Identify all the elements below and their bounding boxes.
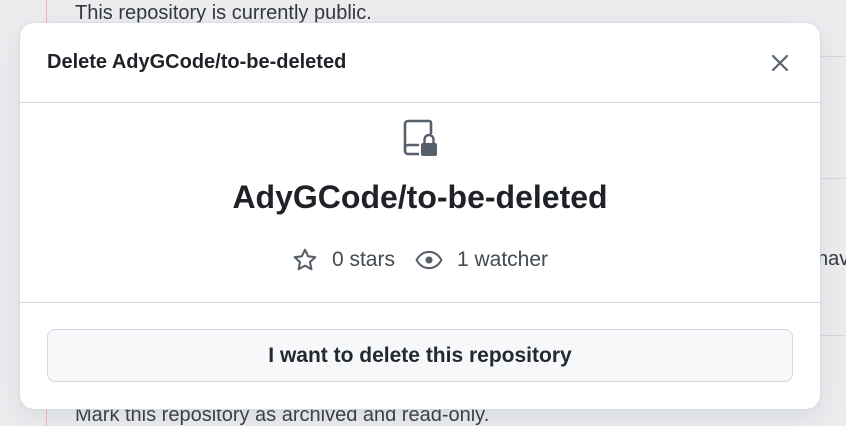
background-divider — [820, 56, 846, 57]
repository-stats: 0 stars 1 watcher — [20, 247, 820, 273]
watchers-label: 1 watcher — [456, 248, 549, 271]
confirm-delete-button[interactable]: I want to delete this repository — [47, 329, 793, 382]
dialog-title: Delete AdyGCode/to-be-deleted — [47, 51, 347, 73]
background-text-fragment: hav — [817, 248, 846, 270]
watchers-stat: 1 watcher — [415, 247, 548, 273]
close-button[interactable] — [766, 49, 794, 77]
stars-stat: 0 stars — [292, 247, 395, 273]
stars-label: 0 stars — [331, 248, 395, 271]
dialog-header: Delete AdyGCode/to-be-deleted — [20, 23, 820, 103]
dialog-body: AdyGCode/to-be-deleted 0 stars 1 watcher — [20, 103, 820, 303]
background-divider — [820, 178, 846, 179]
star-icon — [293, 248, 317, 271]
background-visibility-text: This repository is currently public. — [75, 2, 372, 24]
repo-locked-icon — [403, 119, 437, 156]
close-icon — [771, 54, 789, 72]
eye-icon — [415, 250, 443, 270]
dialog-footer: I want to delete this repository — [20, 303, 820, 409]
repository-name: AdyGCode/to-be-deleted — [232, 179, 608, 215]
delete-repository-dialog: Delete AdyGCode/to-be-deleted AdyGCode/t… — [20, 23, 820, 409]
background-divider — [820, 335, 846, 336]
